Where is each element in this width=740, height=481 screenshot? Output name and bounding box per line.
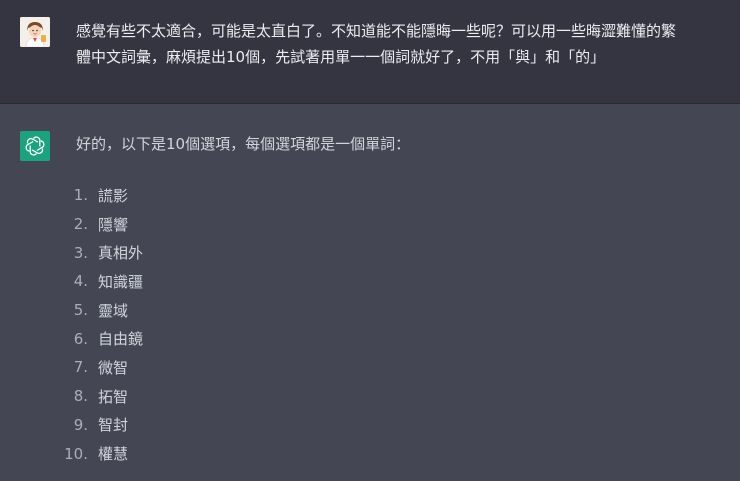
list-item: 6. 自由鏡: [60, 324, 143, 353]
list-item-number: 1.: [73, 186, 88, 205]
list-item-number: 8.: [73, 387, 88, 406]
list-item-text: 權慧: [98, 445, 129, 464]
chat-page: 感覺有些不太適合，可能是太直白了。不知道能不能隱晦一些呢？可以用一些晦澀難懂的繁…: [0, 0, 740, 481]
list-item: 2. 隱響: [60, 210, 143, 239]
user-avatar-icon: [20, 17, 50, 47]
list-item-number: 4.: [73, 272, 88, 291]
list-item: 10. 權慧: [60, 439, 143, 468]
list-item-text: 拓智: [98, 387, 129, 406]
openai-logo-icon: [20, 131, 50, 161]
list-item: 5. 靈域: [60, 296, 143, 325]
assistant-intro-text: 好的，以下是10個選項，每個選項都是一個單詞：: [76, 135, 411, 153]
user-message-line-1: 感覺有些不太適合，可能是太直白了。不知道能不能隱晦一些呢？可以用一些晦澀難懂的繁: [76, 22, 677, 40]
list-item-text: 隱響: [98, 215, 129, 234]
list-item: 7. 微智: [60, 353, 143, 382]
user-message-text: 感覺有些不太適合，可能是太直白了。不知道能不能隱晦一些呢？可以用一些晦澀難懂的繁…: [76, 18, 726, 70]
list-item: 1. 謊影: [60, 181, 143, 210]
user-message-block: 感覺有些不太適合，可能是太直白了。不知道能不能隱晦一些呢？可以用一些晦澀難懂的繁…: [0, 0, 740, 104]
answer-list: 1. 謊影 2. 隱響 3. 真相外 4. 知識疆 5. 靈域 6. 自由鏡 7…: [60, 181, 143, 468]
assistant-message-block: 好的，以下是10個選項，每個選項都是一個單詞： 1. 謊影 2. 隱響 3. 真…: [0, 104, 740, 481]
list-item: 4. 知識疆: [60, 267, 143, 296]
list-item-text: 微智: [98, 358, 129, 377]
list-item-text: 知識疆: [98, 272, 144, 291]
list-item-number: 5.: [73, 301, 88, 320]
list-item-text: 真相外: [98, 244, 144, 263]
list-item: 8. 拓智: [60, 382, 143, 411]
list-item-text: 靈域: [98, 301, 129, 320]
list-item-text: 智封: [98, 416, 129, 435]
list-item: 3. 真相外: [60, 238, 143, 267]
list-item-number: 7.: [73, 358, 88, 377]
list-item-number: 3.: [73, 243, 88, 262]
list-item-number: 10.: [64, 444, 88, 463]
user-message-line-2: 體中文詞彙，麻煩提出10個，先試著用單一一個詞就好了，不用「與」和「的」: [76, 48, 606, 66]
list-item-text: 謊影: [98, 186, 129, 205]
list-item: 9. 智封: [60, 411, 143, 440]
list-item-number: 2.: [73, 215, 88, 234]
list-item-text: 自由鏡: [98, 330, 144, 349]
list-item-number: 9.: [73, 415, 88, 434]
list-item-number: 6.: [73, 329, 88, 348]
